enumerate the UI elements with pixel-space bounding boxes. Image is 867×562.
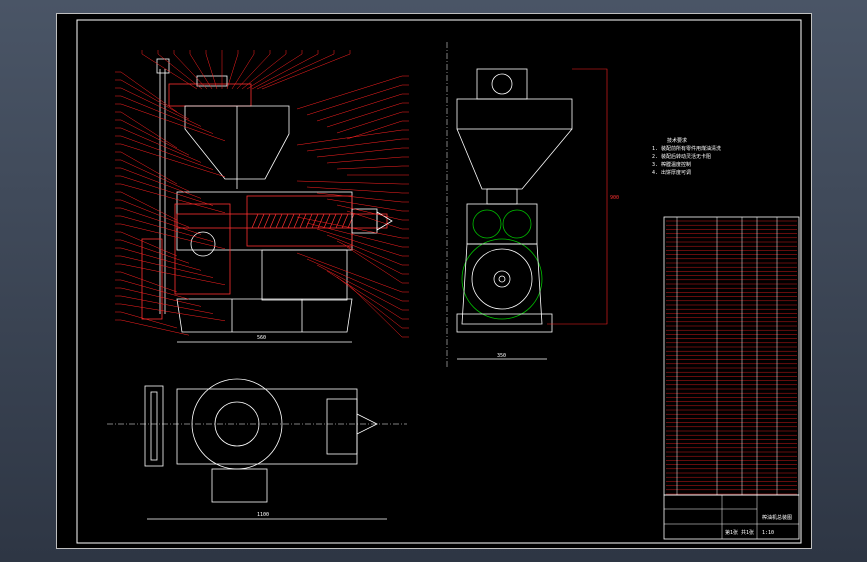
- svg-text:1100: 1100: [257, 512, 269, 518]
- svg-text:350: 350: [497, 353, 506, 359]
- note-title: 技术要求: [667, 137, 687, 144]
- top-view: 1100: [107, 378, 407, 520]
- side-view: 350 900: [446, 42, 619, 369]
- drawing-canvas: 560 350 900 1100 技术要求 1. 装配前所有零件用煤油清洗 2.…: [76, 19, 802, 544]
- callout-leaders-top: [141, 50, 351, 90]
- svg-text:560: 560: [257, 335, 266, 341]
- svg-text:900: 900: [610, 195, 619, 201]
- drawing-sheet: 560 350 900 1100 技术要求 1. 装配前所有零件用煤油清洗 2.…: [56, 13, 812, 549]
- callout-leaders-right: [296, 75, 409, 338]
- technical-notes: 技术要求 1. 装配前所有零件用煤油清洗 2. 装配后转动灵活无卡阻 3. 榨膛…: [652, 137, 721, 176]
- title-block: 榨油机总装图 1:10 第1张 共1张: [663, 494, 800, 540]
- title-block-name: 榨油机总装图: [762, 514, 792, 521]
- note-line-3: 3. 榨膛温度控制: [652, 161, 691, 168]
- title-block-sheet: 第1张 共1张: [725, 529, 754, 536]
- note-line-4: 4. 出饼厚度可调: [652, 169, 691, 176]
- note-line-1: 1. 装配前所有零件用煤油清洗: [652, 145, 721, 152]
- cad-viewport[interactable]: 560 350 900 1100 技术要求 1. 装配前所有零件用煤油清洗 2.…: [0, 0, 867, 562]
- note-line-2: 2. 装配后转动灵活无卡阻: [652, 153, 711, 160]
- parts-list: [663, 216, 800, 496]
- front-section-view: 560: [141, 58, 393, 343]
- title-block-scale: 1:10: [762, 530, 774, 536]
